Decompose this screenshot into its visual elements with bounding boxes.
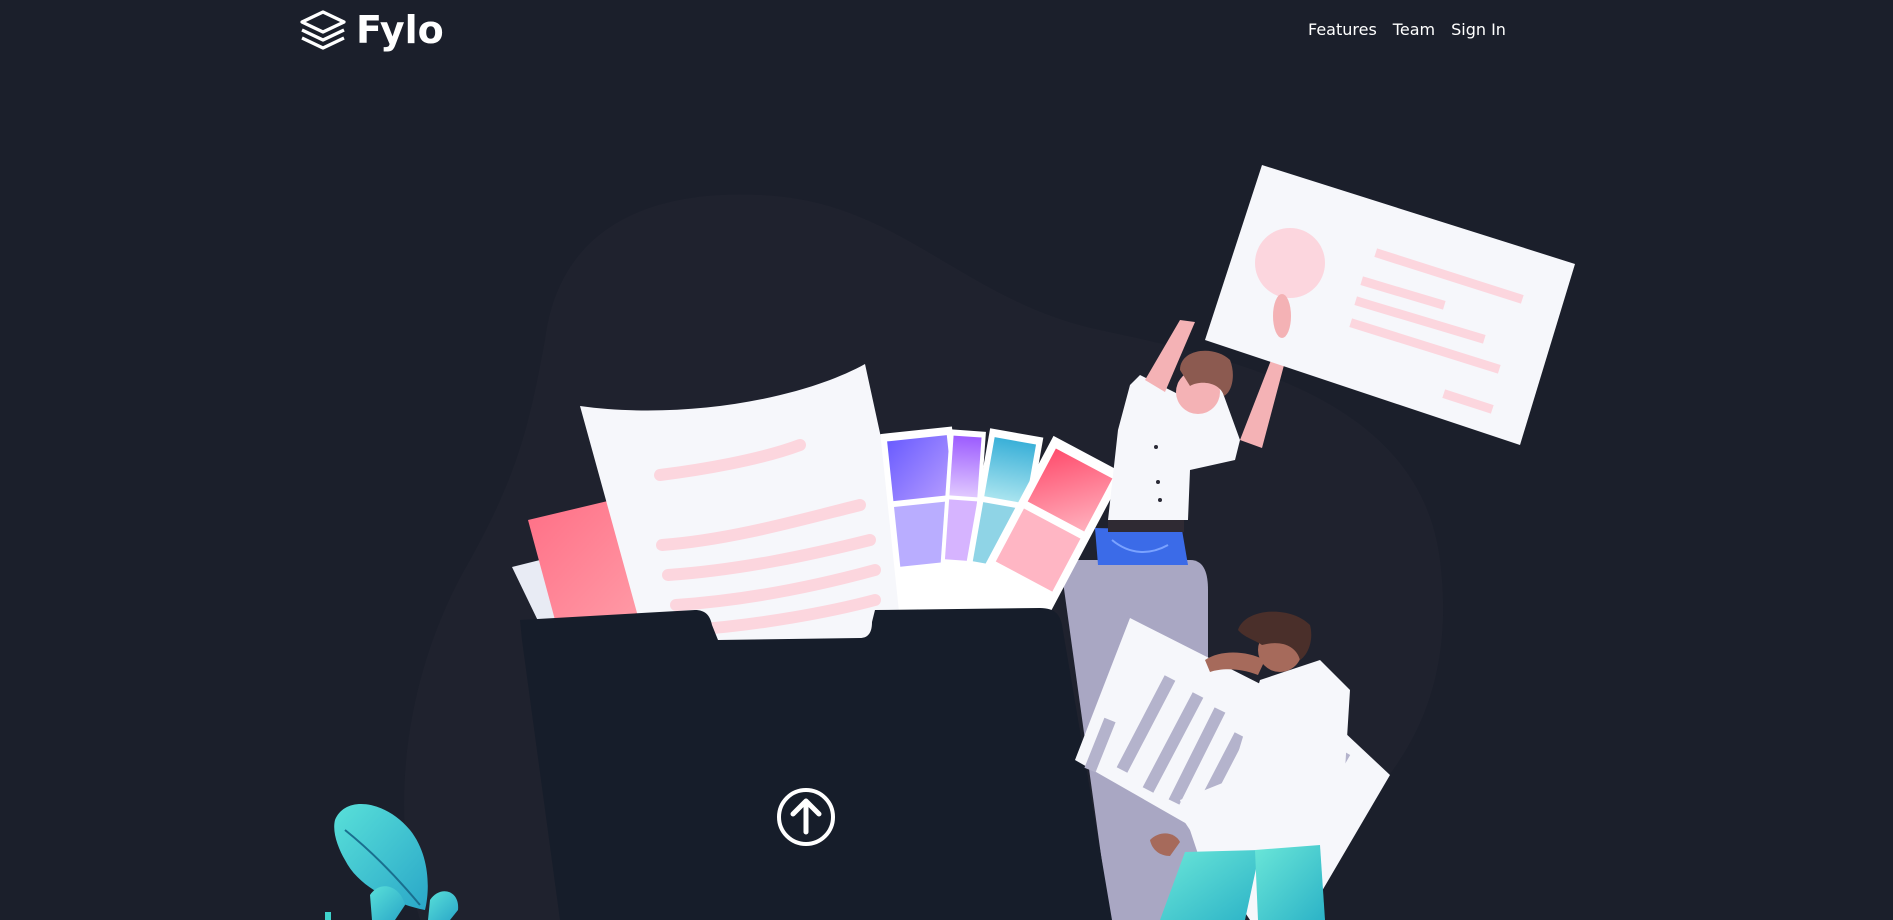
- nav-link-sign-in[interactable]: Sign In: [1451, 18, 1506, 42]
- logo-wordmark: Fylo: [356, 8, 444, 52]
- logo[interactable]: Fylo: [298, 8, 444, 52]
- hero-section: [0, 64, 1893, 920]
- site-header: Fylo Features Team Sign In: [0, 0, 1893, 64]
- hero-illustration: [325, 165, 1575, 920]
- stack-layers-icon: [298, 9, 348, 51]
- nav-link-team[interactable]: Team: [1393, 18, 1435, 42]
- upload-button[interactable]: [776, 851, 836, 911]
- nav-link-features[interactable]: Features: [1308, 18, 1377, 42]
- landing-page: Fylo Features Team Sign In: [0, 0, 1893, 920]
- main-nav: Features Team Sign In: [1308, 18, 1506, 42]
